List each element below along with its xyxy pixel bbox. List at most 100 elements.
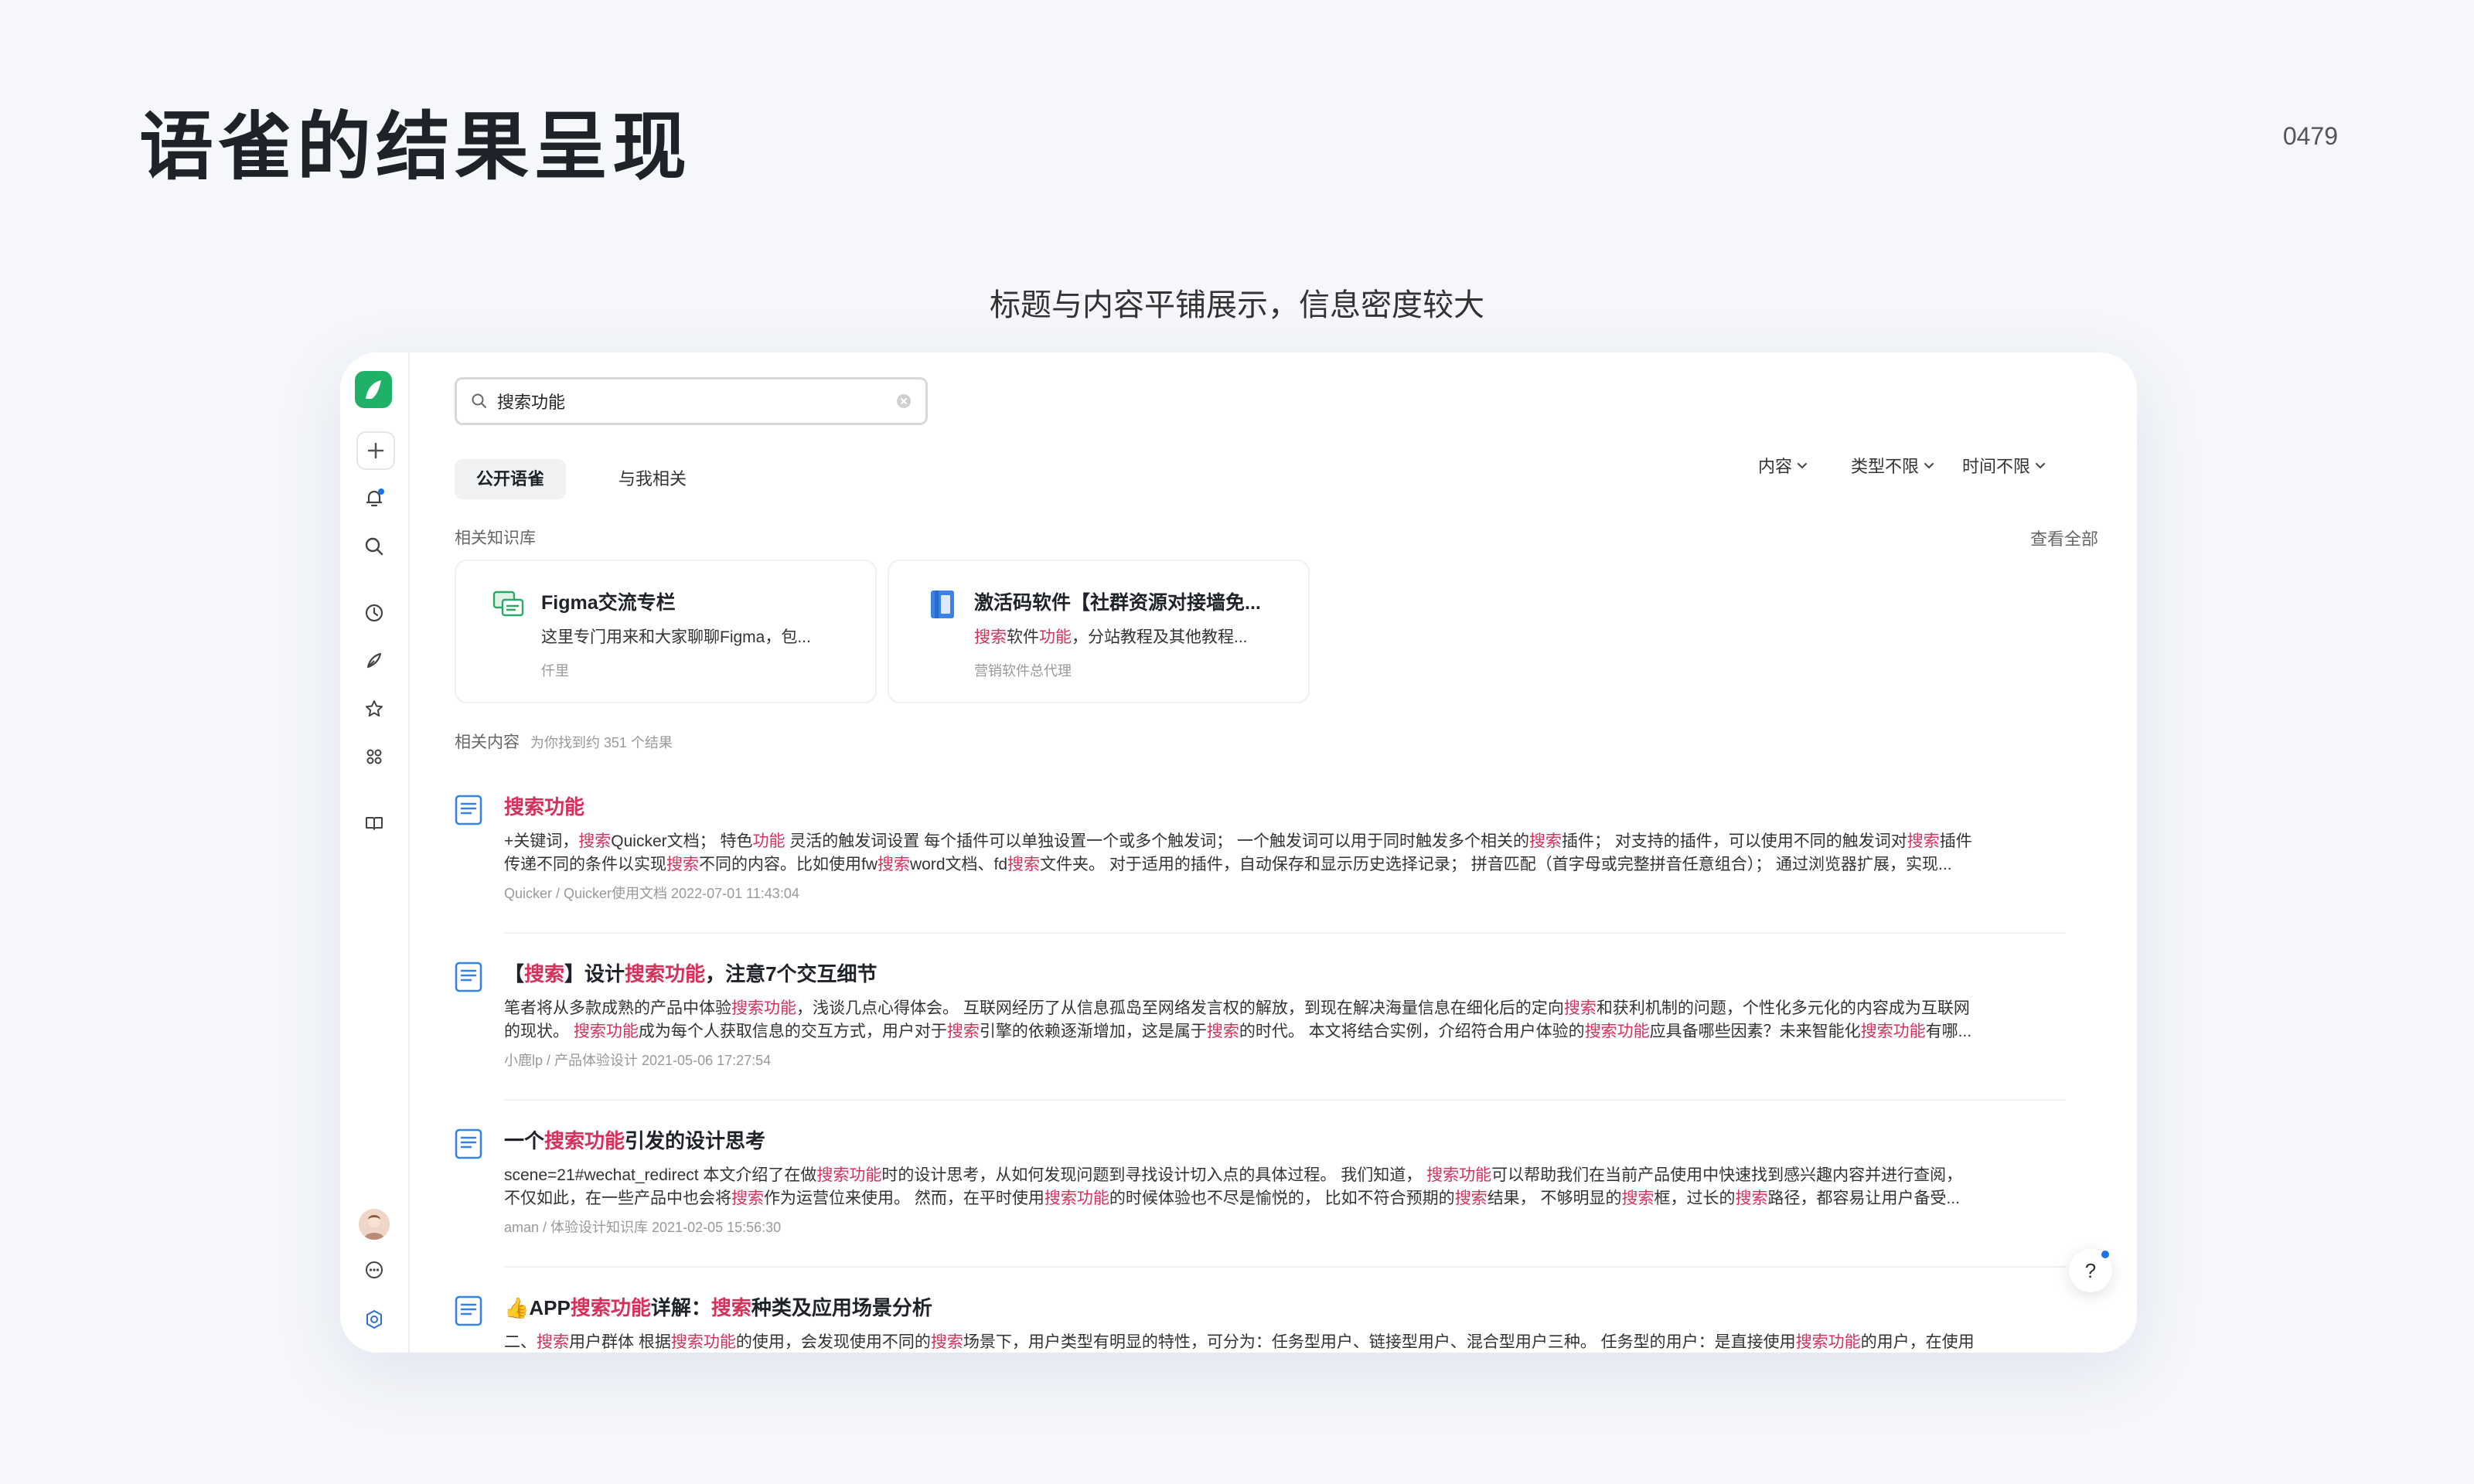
results-count: 为你找到约 351 个结果	[530, 735, 673, 751]
text-fragment: 灵活的触发词设置 每个插件可以单独设置一个或多个触发词； 一个触发词可以用于同时…	[785, 832, 1529, 850]
star-icon[interactable]	[355, 689, 394, 728]
text-fragment: 的时代。 本文将结合实例，介绍符合用户体验的	[1239, 1023, 1585, 1040]
result-title[interactable]: 一个搜索功能引发的设计思考	[504, 1125, 765, 1154]
chevron-down-icon	[1924, 463, 1934, 469]
text-fragment: 场景下，用户类型有明显的特性，可分为：任务型用户、链接型用户、混合型用户三种。 …	[963, 1333, 1796, 1351]
search-input[interactable]	[496, 390, 870, 412]
kb-desc: 这里专门用来和大家聊聊Figma，包...	[541, 628, 811, 646]
highlight-term: 搜索	[537, 1333, 569, 1351]
text-fragment: ，分站教程及其他教程...	[1072, 628, 1248, 646]
tab-public[interactable]: 公开语雀	[455, 459, 567, 499]
highlight-term: 搜索	[711, 1296, 751, 1319]
more-icon[interactable]	[355, 1251, 394, 1289]
doc-icon	[455, 962, 482, 996]
yuque-logo[interactable]	[355, 371, 392, 408]
clock-icon[interactable]	[355, 594, 394, 632]
text-fragment: 的用户，在使用	[1860, 1333, 1975, 1351]
text-fragment: 二、	[504, 1333, 537, 1351]
result-title[interactable]: 👍APP搜索功能详解：搜索种类及应用场景分析	[504, 1292, 932, 1321]
clear-icon[interactable]	[896, 393, 912, 409]
highlight-term: 搜索功能	[573, 1023, 639, 1040]
text-fragment: 引发的设计思考	[625, 1129, 766, 1152]
help-label: ?	[2084, 1258, 2097, 1282]
divider	[504, 1099, 2066, 1101]
chevron-down-icon	[2036, 463, 2046, 469]
notification-dot	[2101, 1251, 2109, 1258]
kb-title: Figma交流专栏	[541, 592, 676, 614]
app-window: 公开语雀 与我相关 内容 类型不限 时间不限 相关知识库 查看全部 Figma交…	[340, 352, 2137, 1353]
highlight-term: 搜索功能	[731, 999, 796, 1017]
highlight-term: 搜索功能	[1860, 1023, 1926, 1040]
result-snippet: 二、搜索用户群体 根据搜索功能的使用，会发现使用不同的搜索场景下，用户类型有明显…	[504, 1329, 2066, 1353]
highlight-term: 功能	[1039, 628, 1072, 646]
highlight-term: 搜索	[1454, 1190, 1487, 1207]
highlight-term: 搜索功能	[625, 962, 706, 985]
highlight-term: 搜索	[578, 832, 612, 850]
result-snippet: 不仅如此，在一些产品中也会将搜索作为运营位来使用。 然而，在平时使用搜索功能的时…	[504, 1186, 2066, 1209]
kb-owner: 营销软件总代理	[974, 663, 1072, 679]
text-fragment: 应具备哪些因素？未来智能化	[1649, 1023, 1861, 1040]
view-all-link[interactable]: 查看全部	[2030, 526, 2098, 550]
text-fragment: 】设计	[564, 962, 625, 985]
filter-time-label: 时间不限	[1962, 457, 2031, 476]
filter-type[interactable]: 类型不限	[1851, 453, 1936, 478]
text-fragment: 👍APP	[504, 1296, 571, 1319]
result-snippet: 笔者将从多款成熟的产品中体验搜索功能，浅谈几点心得体会。 互联网经历了从信息孤岛…	[504, 996, 2066, 1019]
kb-card[interactable]: 激活码软件【社群资源对接墙免... 搜索软件功能，分站教程及其他教程... 营销…	[888, 560, 1310, 703]
highlight-term: 搜索	[930, 1333, 963, 1351]
slide-subtitle: 标题与内容平铺展示，信息密度较大	[990, 288, 1484, 322]
text-fragment: 的时候体验也不尽是愉悦的， 比如不符合预期的	[1109, 1190, 1455, 1207]
text-fragment: 有哪...	[1925, 1023, 1972, 1040]
highlight-term: 搜索	[1007, 856, 1041, 873]
text-fragment: 作为运营位来使用。 然而，在平时使用	[764, 1190, 1044, 1207]
settings-icon[interactable]	[355, 1300, 394, 1339]
highlight-term: 搜索功能	[1426, 1166, 1492, 1184]
pen-icon[interactable]	[355, 642, 394, 680]
tab-related[interactable]: 与我相关	[597, 459, 708, 499]
text-fragment: 种类及应用场景分析	[751, 1296, 932, 1319]
avatar[interactable]	[359, 1209, 390, 1240]
search-box[interactable]	[455, 377, 928, 425]
text-fragment: ，浅谈几点心得体会。 互联网经历了从信息孤岛至网络发言权的解放，到现在解决海量信…	[796, 999, 1564, 1017]
result-meta: Quicker / Quicker使用文档 2022-07-01 11:43:0…	[504, 886, 799, 901]
filter-content[interactable]: 内容	[1758, 453, 1809, 478]
filter-time[interactable]: 时间不限	[1962, 453, 2047, 478]
highlight-term: 搜索	[1206, 1023, 1239, 1040]
result-meta: 小鹿lp / 产品体验设计 2021-05-06 17:27:54	[504, 1053, 772, 1068]
highlight-term: 搜索功能	[1044, 1190, 1109, 1207]
text-fragment: ，注意7个交互细节	[705, 962, 877, 985]
highlight-term: 搜索功能	[1795, 1333, 1861, 1351]
plus-icon[interactable]	[356, 431, 395, 470]
divider	[504, 932, 2066, 934]
highlight-term: 搜索功能	[570, 1296, 651, 1319]
search-icon[interactable]	[355, 527, 394, 566]
result-snippet: 的现状。 搜索功能成为每个人获取信息的交互方式，用户对于搜索引擎的依赖逐渐增加，…	[504, 1019, 2066, 1042]
result-title[interactable]: 搜索功能	[504, 791, 584, 820]
highlight-term: 搜索功能	[1584, 1023, 1650, 1040]
text-fragment: 可以帮助我们在当前产品使用中快速找到感兴趣内容并进行查阅，	[1491, 1166, 1963, 1184]
text-fragment: 路径，都容易让用户备受...	[1767, 1190, 1961, 1207]
result-title[interactable]: 【搜索】设计搜索功能，注意7个交互细节	[504, 958, 877, 987]
kb-card[interactable]: Figma交流专栏 这里专门用来和大家聊聊Figma，包... 仟里	[455, 560, 877, 703]
help-button[interactable]: ?	[2069, 1249, 2112, 1292]
bell-icon[interactable]	[355, 479, 394, 518]
filter-content-label: 内容	[1758, 457, 1793, 476]
knowledge-section-label: 相关知识库	[455, 529, 536, 547]
result-snippet: 传递不同的条件以实现搜索不同的内容。比如使用fw搜索word文档、fd搜索文件夹…	[504, 852, 2066, 875]
text-fragment: 成为每个人获取信息的交互方式，用户对于	[638, 1023, 947, 1040]
book-icon[interactable]	[355, 804, 394, 842]
doc-icon	[455, 1295, 482, 1330]
kb-owner: 仟里	[541, 663, 569, 679]
highlight-term: 搜索	[974, 628, 1007, 646]
text-fragment: 框，过长的	[1654, 1190, 1736, 1207]
text-fragment: 软件	[1007, 628, 1039, 646]
text-fragment: 时的设计思考，从如何发现问题到寻找设计切入点的具体过程。 我们知道，	[881, 1166, 1427, 1184]
divider	[504, 1266, 2066, 1268]
filter-type-label: 类型不限	[1851, 457, 1920, 476]
apps-icon[interactable]	[355, 737, 394, 776]
text-fragment: 插件	[1939, 832, 1972, 850]
highlight-term: 搜索功能	[544, 1129, 625, 1152]
highlight-term: 搜索功能	[504, 795, 585, 819]
highlight-term: 搜索	[946, 1023, 980, 1040]
main-content: 公开语雀 与我相关 内容 类型不限 时间不限 相关知识库 查看全部 Figma交…	[408, 352, 2137, 1353]
